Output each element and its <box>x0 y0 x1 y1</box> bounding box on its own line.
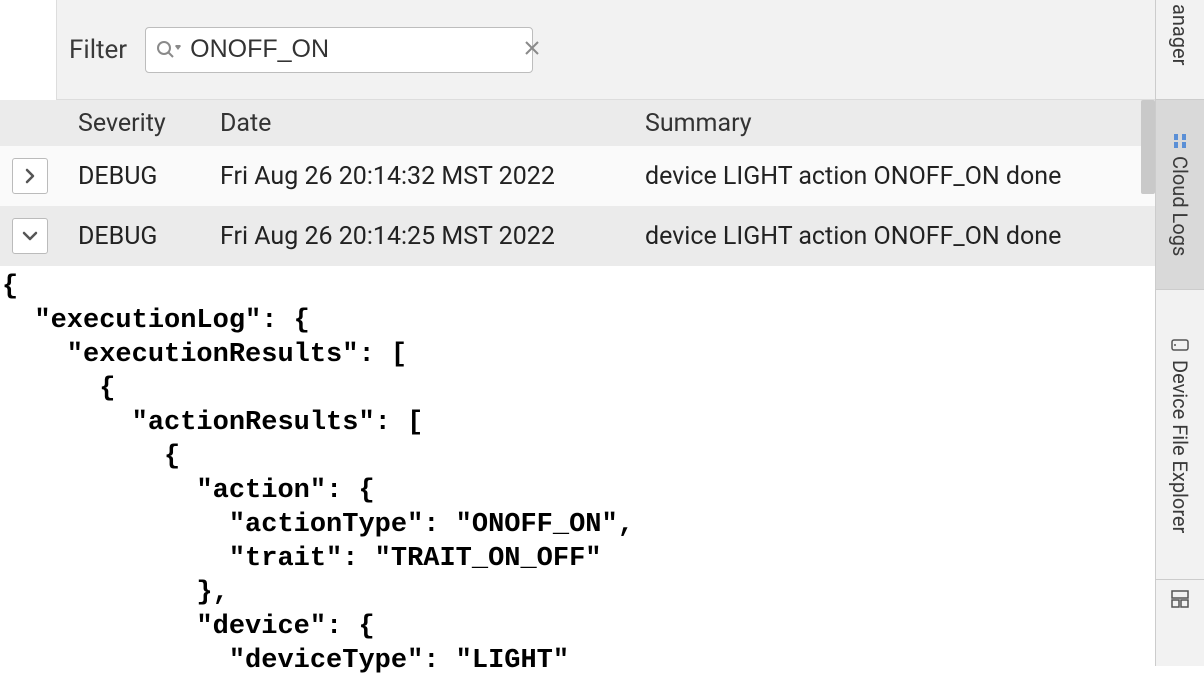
device-icon <box>1171 336 1189 354</box>
sidebar-tab-cloud-logs[interactable]: Cloud Logs <box>1156 100 1204 290</box>
column-header-date[interactable]: Date <box>220 109 645 138</box>
search-icon[interactable] <box>156 40 182 60</box>
log-summary: device LIGHT action ONOFF_ON done <box>645 162 1155 191</box>
log-row[interactable]: DEBUG Fri Aug 26 20:14:25 MST 2022 devic… <box>0 206 1155 266</box>
column-header-severity[interactable]: Severity <box>78 109 220 138</box>
log-date: Fri Aug 26 20:14:32 MST 2022 <box>220 162 645 191</box>
filter-search-box[interactable] <box>145 27 533 73</box>
cloud-logs-icon <box>1171 132 1189 150</box>
log-severity: DEBUG <box>78 222 220 251</box>
search-input[interactable] <box>182 35 520 64</box>
chevron-down-icon <box>22 228 38 244</box>
sidebar-tab-manager-partial[interactable]: anager <box>1156 0 1204 100</box>
expanded-json-content[interactable]: { "executionLog": { "executionResults": … <box>0 266 1155 678</box>
sidebar-tab-label: Device File Explorer <box>1168 360 1192 533</box>
vertical-scrollbar-thumb[interactable] <box>1141 100 1155 194</box>
filter-bar: Filter <box>56 0 1155 100</box>
log-summary: device LIGHT action ONOFF_ON done <box>645 222 1155 251</box>
right-sidebar: anager Cloud Logs Device File Explorer <box>1155 0 1204 666</box>
log-table-header: Severity Date Summary <box>0 100 1155 146</box>
sidebar-tab-device-file-explorer[interactable]: Device File Explorer <box>1156 290 1204 580</box>
column-header-summary[interactable]: Summary <box>645 109 1155 138</box>
expand-toggle-button[interactable] <box>12 158 48 194</box>
log-viewer-panel: Filter Severity Date Summary <box>0 0 1155 666</box>
sidebar-tab-partial-bottom[interactable] <box>1156 580 1204 666</box>
log-date: Fri Aug 26 20:14:25 MST 2022 <box>220 222 645 251</box>
sidebar-tab-label: anager <box>1168 4 1192 65</box>
clear-search-icon[interactable] <box>520 37 544 62</box>
chevron-right-icon <box>22 168 38 184</box>
log-row[interactable]: DEBUG Fri Aug 26 20:14:32 MST 2022 devic… <box>0 146 1155 206</box>
log-severity: DEBUG <box>78 162 220 191</box>
expand-toggle-button[interactable] <box>12 218 48 254</box>
sidebar-tab-label: Cloud Logs <box>1168 156 1192 256</box>
layout-icon <box>1171 590 1189 608</box>
filter-label: Filter <box>69 35 127 65</box>
